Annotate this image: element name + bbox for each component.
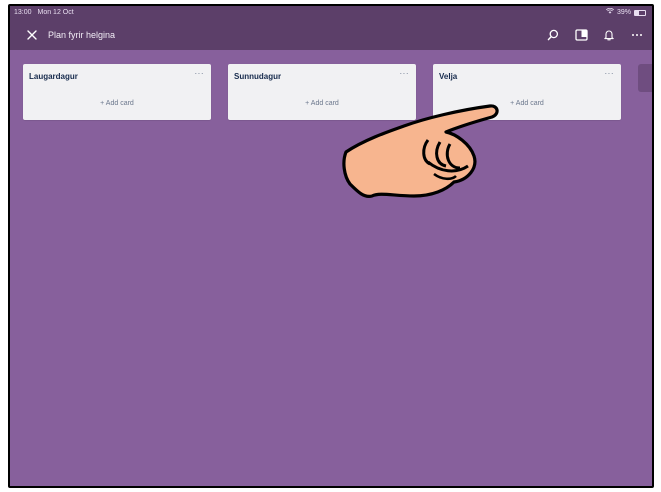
wifi-icon (605, 6, 614, 20)
list-menu-button[interactable]: ··· (605, 69, 615, 78)
list-title: Velja (439, 72, 458, 81)
battery-percent: 39% (616, 9, 631, 16)
board-title: Plan fyrir helgina (48, 30, 116, 40)
add-card-button[interactable]: + Add card (228, 100, 416, 107)
notifications-button[interactable] (600, 26, 618, 44)
close-button[interactable] (22, 25, 42, 45)
status-time: 13:00 Mon 12 Oct (14, 6, 74, 20)
search-button[interactable] (544, 26, 562, 44)
battery-icon (634, 10, 646, 16)
board-header: Plan fyrir helgina (10, 20, 652, 50)
status-right: 39% (605, 6, 646, 20)
board-screen: 13:00 Mon 12 Oct 39% Plan fyrir helgina (10, 6, 652, 486)
list-menu-button[interactable]: ··· (195, 69, 205, 78)
more-button[interactable] (628, 26, 646, 44)
list-title: Sunnudagur (234, 72, 282, 81)
header-actions (544, 25, 646, 45)
device-frame: 13:00 Mon 12 Oct 39% Plan fyrir helgina (8, 4, 654, 488)
next-list-edge[interactable] (638, 64, 652, 92)
list-laugardagur: Laugardagur ··· + Add card (23, 64, 211, 120)
bell-icon (604, 30, 614, 41)
more-icon (632, 34, 642, 36)
close-icon (27, 30, 37, 40)
list-velja: Velja ··· + Add card (433, 64, 621, 120)
list-title: Laugardagur (29, 72, 78, 81)
list-sunnudagur: Sunnudagur ··· + Add card (228, 64, 416, 120)
date-label: Mon 12 Oct (37, 9, 74, 16)
board-view-icon (574, 29, 588, 41)
add-card-button[interactable]: + Add card (23, 100, 211, 107)
status-bar: 13:00 Mon 12 Oct 39% (10, 6, 652, 20)
list-menu-button[interactable]: ··· (400, 69, 410, 78)
search-icon (547, 29, 559, 41)
board-view-button[interactable] (572, 26, 590, 44)
time-label: 13:00 (14, 9, 32, 16)
add-card-button[interactable]: + Add card (433, 100, 621, 107)
